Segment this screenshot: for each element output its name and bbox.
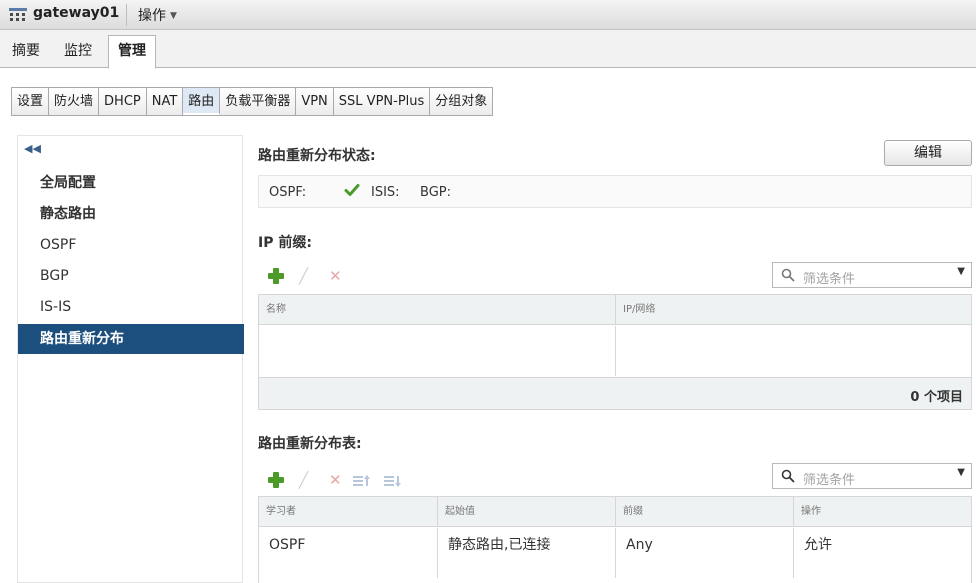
actions-menu[interactable]: 操作 ▼ — [138, 5, 177, 25]
delete-icon[interactable]: ✕ — [329, 472, 343, 488]
gateway-icon — [9, 8, 27, 21]
nav-bgp[interactable]: BGP — [18, 261, 244, 291]
grid-header: 名称 IP/网络 — [259, 295, 971, 325]
chevron-down-icon[interactable]: ▼ — [957, 467, 965, 478]
nav-static-routes[interactable]: 静态路由 — [18, 199, 244, 229]
subtab-nat[interactable]: NAT — [147, 88, 184, 115]
add-icon[interactable] — [268, 472, 284, 488]
nav-global-config[interactable]: 全局配置 — [18, 168, 244, 198]
collapse-icon[interactable]: ◀◀ — [24, 142, 41, 155]
subtab-grouping-objects[interactable]: 分组对象 — [430, 88, 492, 115]
cell-from: 静态路由,已连接 — [438, 528, 616, 578]
cell-action: 允许 — [804, 537, 832, 553]
sub-tabs: 设置 防火墙 DHCP NAT 路由 负载平衡器 VPN SSL VPN-Plu… — [11, 87, 494, 116]
routing-nav: ◀◀ 全局配置 静态路由 OSPF BGP IS-IS 路由重新分布 — [17, 135, 244, 583]
title-divider — [126, 4, 127, 26]
table-row[interactable]: OSPF 静态路由,已连接 Any 允许 — [259, 528, 971, 578]
chevron-down-icon[interactable]: ▼ — [957, 266, 965, 277]
subtab-dhcp[interactable]: DHCP — [99, 88, 147, 115]
subtab-routing[interactable]: 路由 — [183, 88, 221, 115]
nav-is-is[interactable]: IS-IS — [18, 292, 244, 322]
ospf-status-label: OSPF: — [269, 185, 307, 200]
bgp-status-label: BGP: — [420, 185, 451, 200]
redistribution-status-title: 路由重新分布状态: — [258, 148, 376, 164]
edit-button[interactable]: 编辑 — [884, 140, 972, 166]
cell-learner: OSPF — [259, 528, 438, 578]
subtab-ssl-vpn-plus[interactable]: SSL VPN-Plus — [334, 88, 431, 115]
object-name: gateway01 — [33, 5, 120, 21]
grid-header: 学习者 起始值 前缀 操作 — [259, 497, 971, 527]
main-tabs: 摘要 监控 管理 — [0, 30, 976, 69]
search-icon — [781, 268, 795, 282]
edit-pencil-icon[interactable]: ╱ — [299, 268, 315, 284]
filter-placeholder: 筛选条件 — [803, 272, 856, 287]
search-icon — [781, 469, 795, 483]
table-cell — [259, 326, 616, 376]
check-icon — [344, 184, 360, 196]
chevron-down-icon: ▼ — [170, 11, 177, 21]
column-header-prefix[interactable]: 前缀 — [616, 497, 794, 527]
column-header-name[interactable]: 名称 — [259, 295, 616, 325]
grid-footer: 0 个项目 — [259, 377, 971, 409]
actions-menu-label: 操作 — [138, 8, 166, 24]
redistribution-grid: 学习者 起始值 前缀 操作 OSPF 静态路由,已连接 Any 允许 — [258, 496, 972, 583]
filter-placeholder: 筛选条件 — [803, 473, 856, 488]
subtab-vpn[interactable]: VPN — [296, 88, 334, 115]
title-bar: gateway01 操作 ▼ — [0, 0, 976, 30]
nav-ospf[interactable]: OSPF — [18, 230, 244, 260]
move-down-icon[interactable] — [384, 474, 402, 488]
item-count: 0 个项目 — [910, 390, 963, 405]
empty-row — [259, 326, 971, 376]
edit-pencil-icon[interactable]: ╱ — [299, 472, 315, 488]
column-header-ip-network[interactable]: IP/网络 — [616, 295, 971, 325]
subtab-firewall[interactable]: 防火墙 — [49, 88, 100, 115]
delete-icon[interactable]: ✕ — [329, 268, 343, 284]
subtab-settings[interactable]: 设置 — [12, 88, 50, 115]
tab-summary[interactable]: 摘要 — [12, 40, 40, 60]
move-up-icon[interactable] — [353, 474, 371, 488]
column-header-action[interactable]: 操作 — [794, 497, 971, 527]
isis-status-label: ISIS: — [371, 185, 400, 200]
subtab-load-balancer[interactable]: 负载平衡器 — [220, 88, 297, 115]
add-icon[interactable] — [268, 268, 284, 284]
redistribution-table-title: 路由重新分布表: — [258, 436, 362, 452]
column-header-from[interactable]: 起始值 — [438, 497, 616, 527]
ip-prefixes-title: IP 前缀: — [258, 235, 312, 251]
ip-prefix-grid: 名称 IP/网络 0 个项目 — [258, 294, 972, 410]
redistribution-status-box: OSPF: ISIS: BGP: — [258, 175, 972, 208]
tab-monitor[interactable]: 监控 — [64, 40, 92, 60]
redistribution-filter-input[interactable]: 筛选条件 ▼ — [772, 463, 972, 489]
column-header-learner[interactable]: 学习者 — [259, 497, 438, 527]
ip-prefix-filter-input[interactable]: 筛选条件 ▼ — [772, 262, 972, 288]
tab-manage[interactable]: 管理 — [108, 35, 156, 69]
nav-route-redistribution[interactable]: 路由重新分布 — [18, 324, 244, 354]
cell-prefix: Any — [616, 528, 794, 578]
